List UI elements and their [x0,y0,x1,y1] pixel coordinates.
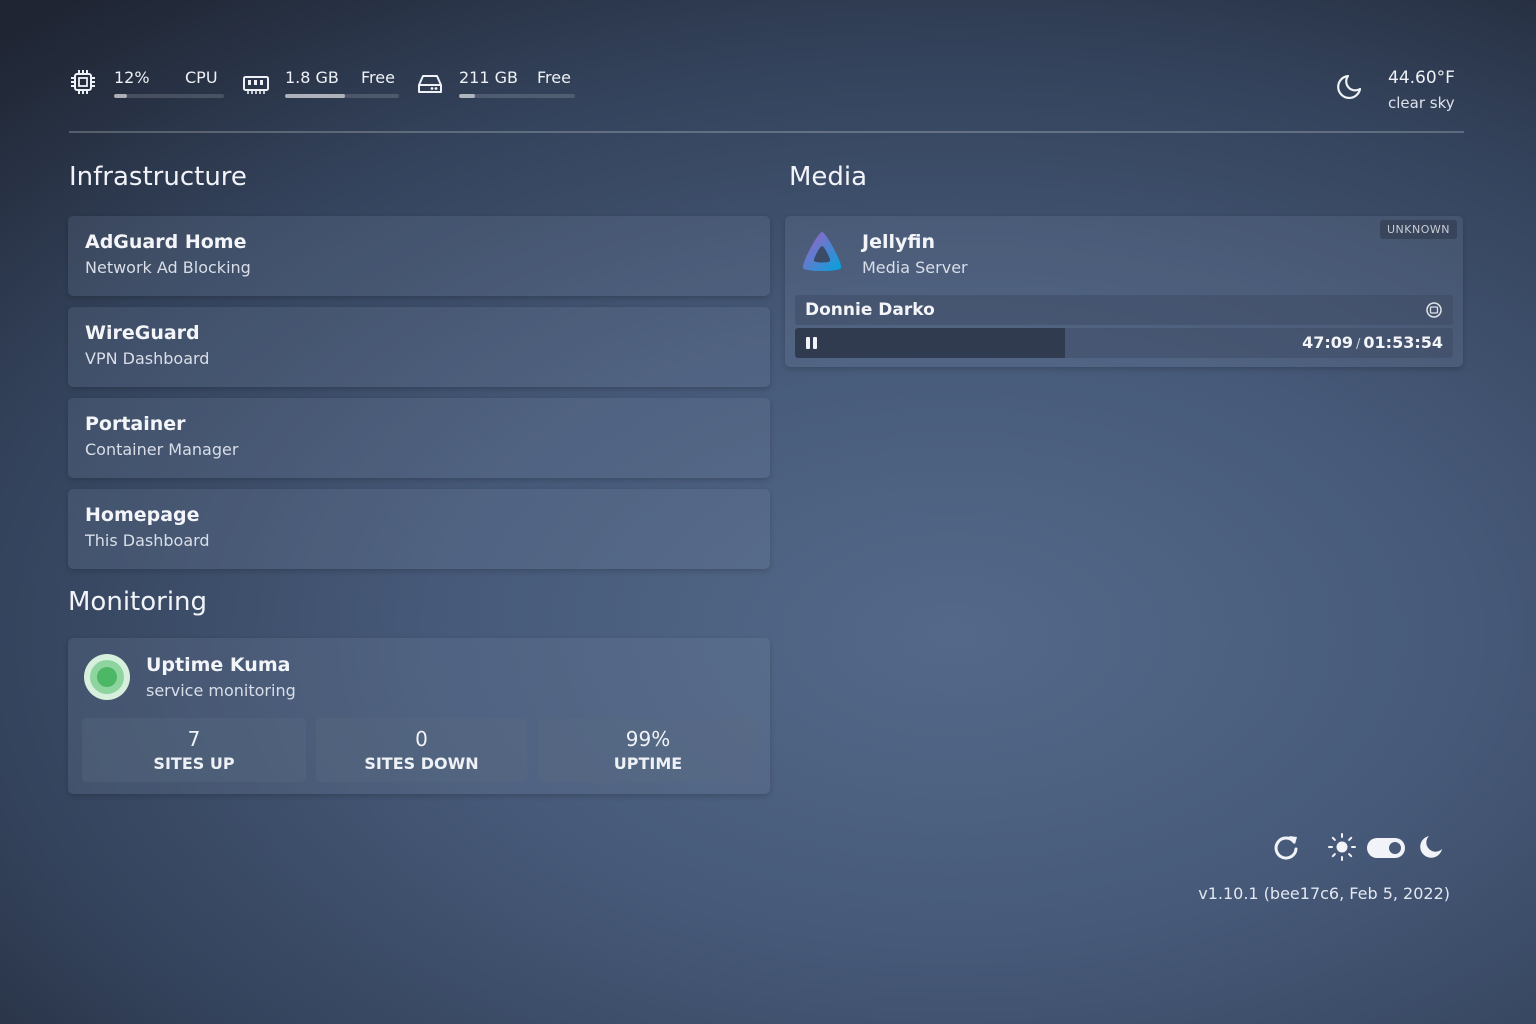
service-description: Network Ad Blocking [85,258,251,277]
cpu-icon [71,70,95,94]
section-title-monitoring: Monitoring [68,587,208,617]
service-description: VPN Dashboard [85,349,210,368]
disk-icon [418,75,442,93]
memory-widget: 1.8 GB Free [242,68,402,108]
cpu-usage-bar [114,94,224,98]
service-name: AdGuard Home [85,231,247,253]
stat-uptime: 99% UPTIME [538,718,758,782]
now-playing-title: Donnie Darko [805,300,935,320]
stat-label: SITES DOWN [364,754,479,773]
service-description: Media Server [862,258,968,277]
header-divider [69,131,1464,133]
stat-value: 0 [415,727,428,751]
pause-icon[interactable] [805,335,819,351]
service-card-uptime-kuma[interactable]: Uptime Kuma service monitoring 7 SITES U… [68,638,770,794]
weather-condition: clear sky [1388,94,1455,112]
now-playing-row: Donnie Darko [795,295,1453,325]
service-card-adguard[interactable]: AdGuard Home Network Ad Blocking [68,216,770,296]
playback-duration: 01:53:54 [1363,333,1443,352]
stat-sites-down: 0 SITES DOWN [316,718,527,782]
disk-widget: 211 GB Free [416,68,581,108]
weather-widget[interactable]: 44.60°F clear sky [1334,66,1464,116]
section-title-infrastructure: Infrastructure [69,162,247,192]
theme-toggle-switch[interactable] [1366,837,1406,859]
stat-label: SITES UP [153,754,235,773]
playback-progress-row[interactable]: 47:09/01:53:54 [795,328,1453,358]
uptime-kuma-icon [84,654,130,700]
jellyfin-logo-icon [802,232,842,271]
service-name: Portainer [85,413,186,435]
disk-label: Free [537,68,571,87]
stat-sites-up: 7 SITES UP [82,718,306,782]
memory-value: 1.8 GB [285,68,339,87]
section-title-media: Media [789,162,868,192]
playback-progress-fill [795,328,1065,358]
disk-value: 211 GB [459,68,518,87]
resource-bar: 12% CPU 1.8 GB Free 211 GB Free 44.60°F … [69,60,1464,120]
service-description: Container Manager [85,440,239,459]
cpu-widget: 12% CPU [69,68,229,108]
memory-icon [243,76,269,94]
media-info-icon[interactable] [1425,301,1443,319]
service-card-wireguard[interactable]: WireGuard VPN Dashboard [68,307,770,387]
disk-usage-bar [459,94,575,98]
service-card-jellyfin[interactable]: Jellyfin Media Server UNKNOWN Donnie Dar… [785,216,1463,367]
sun-icon[interactable] [1327,832,1357,862]
service-description: This Dashboard [85,531,210,550]
moon-icon [1337,74,1362,99]
service-card-portainer[interactable]: Portainer Container Manager [68,398,770,478]
memory-label: Free [361,68,395,87]
moon-icon[interactable] [1418,834,1444,860]
playback-time: 47:09/01:53:54 [1302,333,1443,352]
memory-usage-bar [285,94,399,98]
stat-label: UPTIME [613,754,683,773]
service-name: Homepage [85,504,200,526]
status-badge: UNKNOWN [1380,220,1457,239]
footer-controls [1270,832,1460,866]
weather-temperature: 44.60°F [1388,68,1455,88]
stat-value: 99% [625,727,671,751]
refresh-icon[interactable] [1270,832,1302,864]
service-name: Jellyfin [862,231,935,253]
stat-value: 7 [187,727,201,751]
service-name: WireGuard [85,322,200,344]
version-label: v1.10.1 (bee17c6, Feb 5, 2022) [1198,884,1450,903]
cpu-label: CPU [185,68,218,87]
cpu-value: 12% [114,68,150,87]
time-separator: / [1356,337,1361,352]
service-description: service monitoring [146,681,296,700]
service-name: Uptime Kuma [146,654,291,676]
playback-position: 47:09 [1302,333,1354,352]
service-card-homepage[interactable]: Homepage This Dashboard [68,489,770,569]
